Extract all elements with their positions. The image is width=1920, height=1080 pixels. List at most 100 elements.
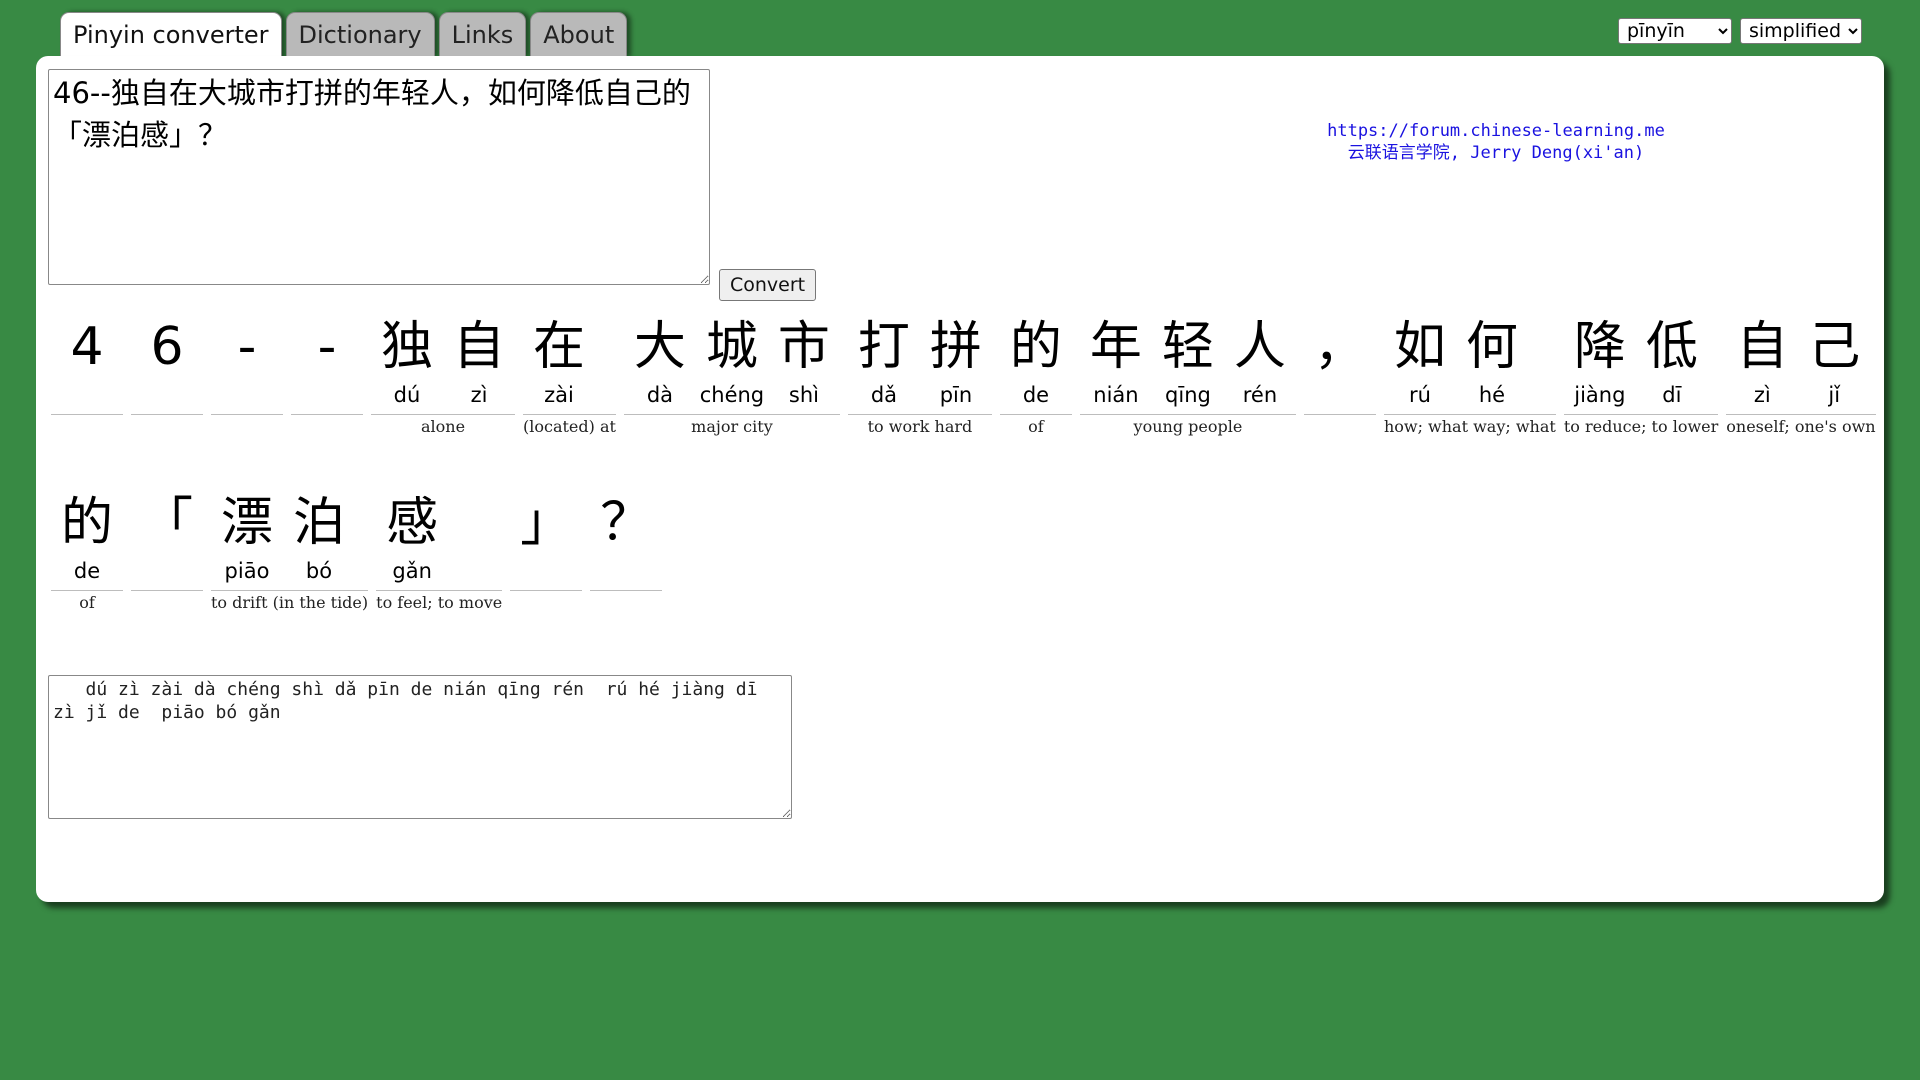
hanzi-character: 漂 bbox=[220, 493, 273, 553]
word-characters: 6 bbox=[131, 312, 203, 415]
word-translation: young people bbox=[1133, 417, 1243, 436]
word-group: 如 rú 何 hé how; what way; what bbox=[1383, 312, 1556, 437]
hanzi-character: 独 bbox=[380, 317, 433, 377]
pinyin-reading: bó bbox=[305, 559, 333, 583]
character-cell: 在 zài bbox=[523, 312, 595, 414]
character-cell: ？ bbox=[590, 488, 662, 590]
pinyin-reading: gǎn bbox=[392, 559, 432, 583]
word-translation: of bbox=[1028, 417, 1044, 436]
hanzi-character: 「 bbox=[140, 493, 193, 553]
hanzi-character: 轻 bbox=[1161, 317, 1214, 377]
pinyin-reading bbox=[131, 382, 203, 414]
tab-dictionary[interactable]: Dictionary bbox=[285, 12, 435, 57]
character-cell: 低 dī bbox=[1636, 312, 1708, 414]
character-cell: - bbox=[211, 312, 283, 414]
word-characters: 「 bbox=[131, 488, 203, 591]
word-translation bbox=[211, 415, 283, 417]
word-translation: to drift (in the tide) bbox=[211, 593, 369, 612]
word-translation: oneself; one's own bbox=[1726, 417, 1876, 436]
pinyin-reading: jǐ bbox=[1828, 383, 1841, 407]
word-translation: major city bbox=[691, 417, 773, 436]
character-cell: 独 dú bbox=[371, 312, 443, 414]
pinyin-reading: shì bbox=[788, 383, 819, 407]
word-group: ？ bbox=[590, 488, 663, 613]
pinyin-reading: nián bbox=[1093, 383, 1139, 407]
character-cell: 泊 bó bbox=[283, 488, 355, 590]
pinyin-reading bbox=[1304, 382, 1376, 414]
word-characters: 降 jiàng 低 dī bbox=[1563, 312, 1719, 415]
word-group: 感 gǎn to feel; to move bbox=[376, 488, 503, 613]
hanzi-character: 自 bbox=[1736, 317, 1789, 377]
character-cell: 城 chéng bbox=[696, 312, 768, 414]
word-group: - bbox=[291, 312, 363, 437]
pinyin-reading: rú bbox=[1408, 383, 1431, 407]
character-cell: 打 dǎ bbox=[848, 312, 920, 414]
tab-pinyin-converter[interactable]: Pinyin converter bbox=[60, 12, 282, 59]
tab-links[interactable]: Links bbox=[438, 12, 527, 57]
word-translation bbox=[131, 591, 203, 593]
word-translation: of bbox=[79, 593, 95, 612]
pinyin-reading: zì bbox=[1753, 383, 1771, 407]
romanization-select[interactable]: pīnyīn bbox=[1618, 18, 1732, 44]
converter-panel: Convert https://forum.chinese-learning.m… bbox=[36, 56, 1884, 902]
character-cell: 的 de bbox=[51, 488, 123, 590]
hanzi-character: 泊 bbox=[292, 493, 345, 553]
hanzi-character: 年 bbox=[1089, 317, 1142, 377]
hanzi-character: 人 bbox=[1233, 317, 1286, 377]
character-cell: 如 rú bbox=[1384, 312, 1456, 414]
author-credit: 云联语言学院, Jerry Deng(xi'an) bbox=[1347, 143, 1645, 163]
word-translation bbox=[131, 415, 203, 417]
pinyin-reading: rén bbox=[1242, 383, 1278, 407]
hanzi-character: 城 bbox=[705, 317, 758, 377]
word-group: 在 zài (located) at bbox=[523, 312, 616, 437]
word-translation: to feel; to move bbox=[376, 593, 503, 612]
character-cell: 自 zì bbox=[1726, 312, 1798, 414]
word-characters: ， bbox=[1303, 312, 1376, 415]
credits: https://forum.chinese-learning.me 云联语言学院… bbox=[1196, 120, 1796, 164]
character-cell: 「 bbox=[131, 488, 203, 590]
word-group: 降 jiàng 低 dī to reduce; to lower bbox=[1563, 312, 1719, 437]
character-cell: ， bbox=[1304, 312, 1376, 414]
tab-about[interactable]: About bbox=[530, 12, 628, 57]
pinyin-reading: de bbox=[73, 559, 101, 583]
word-translation: alone bbox=[420, 417, 466, 436]
character-cell: 自 zì bbox=[443, 312, 515, 414]
charset-select[interactable]: simplified bbox=[1740, 18, 1862, 44]
word-group: - bbox=[211, 312, 283, 437]
hanzi-character: 市 bbox=[777, 317, 830, 377]
character-cell: 降 jiàng bbox=[1564, 312, 1636, 414]
hanzi-character: 低 bbox=[1645, 317, 1698, 377]
tab-bar: Pinyin converter Dictionary Links About bbox=[60, 12, 628, 59]
word-row-2: 的 de of 「漂 piāo 泊 bó to drift (in the tide) 感 gǎn… bbox=[51, 488, 663, 613]
word-group: 」 bbox=[510, 488, 583, 613]
word-characters: 」 bbox=[510, 488, 583, 591]
pinyin-reading: zì bbox=[470, 383, 488, 407]
chinese-text-input[interactable] bbox=[48, 69, 710, 285]
word-group: 打 dǎ 拼 pīn to work hard bbox=[847, 312, 992, 437]
hanzi-character: 己 bbox=[1808, 317, 1861, 377]
word-characters: 4 bbox=[51, 312, 123, 415]
word-characters: 的 de bbox=[999, 312, 1072, 415]
hanzi-character: - bbox=[237, 317, 257, 377]
convert-button[interactable]: Convert bbox=[719, 269, 817, 301]
word-characters: - bbox=[211, 312, 283, 415]
word-group: 的 de of bbox=[999, 312, 1072, 437]
word-characters: - bbox=[291, 312, 363, 415]
hanzi-character: 」 bbox=[520, 493, 573, 553]
hanzi-character: - bbox=[317, 317, 337, 377]
word-characters: 独 dú 自 zì bbox=[371, 312, 515, 415]
word-group: 大 dà 城 chéng 市 shì major city bbox=[623, 312, 840, 437]
pinyin-reading bbox=[510, 558, 582, 590]
pinyin-output[interactable] bbox=[48, 675, 792, 819]
word-group: 4 bbox=[51, 312, 123, 437]
character-cell: 轻 qīng bbox=[1152, 312, 1224, 414]
hanzi-character: 在 bbox=[532, 317, 585, 377]
pinyin-reading bbox=[590, 558, 662, 590]
word-characters: 的 de bbox=[51, 488, 123, 591]
word-group: 6 bbox=[131, 312, 203, 437]
option-selectors: pīnyīn simplified bbox=[1618, 18, 1862, 44]
hanzi-character: 打 bbox=[857, 317, 910, 377]
pinyin-reading bbox=[291, 382, 363, 414]
word-translation bbox=[51, 415, 123, 417]
forum-link[interactable]: https://forum.chinese-learning.me bbox=[1196, 120, 1796, 142]
